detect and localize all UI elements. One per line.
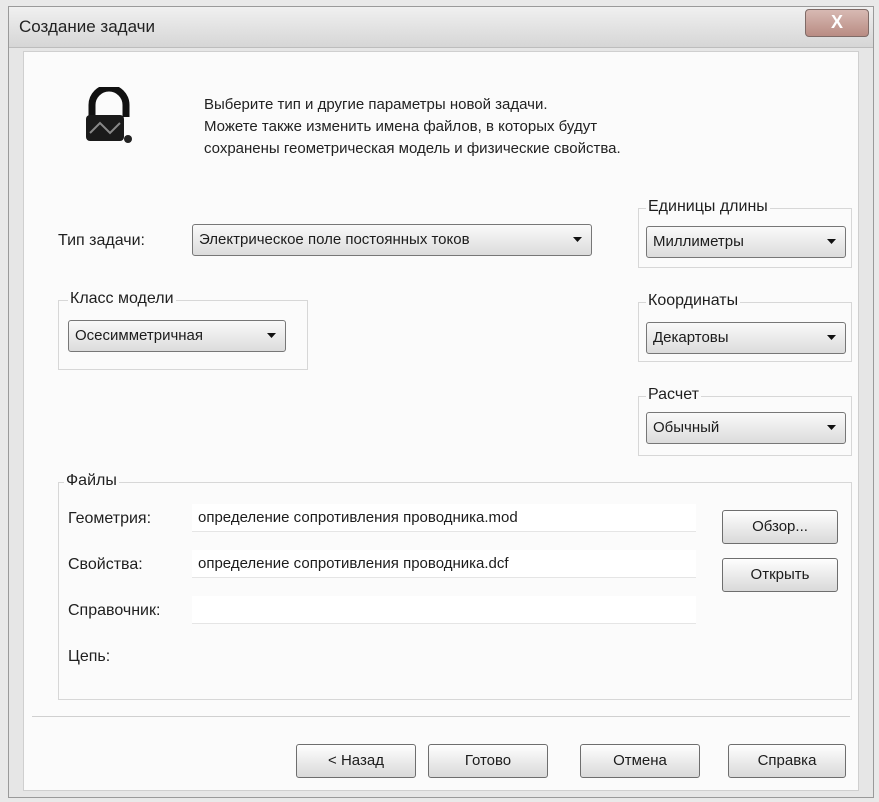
header-line: Можете также изменить имена файлов, в ко… [204,118,598,135]
reference-label: Справочник: [68,602,161,619]
task-type-label: Тип задачи: [58,232,145,249]
task-type-dropdown[interactable]: Электрическое поле постоянных токов [192,224,592,256]
close-button[interactable]: X [805,9,869,37]
header-line: сохранены геометрическая модель и физиче… [204,140,621,157]
padlock-icon [86,87,132,143]
finish-button[interactable]: Готово [428,744,548,778]
help-button[interactable]: Справка [728,744,846,778]
open-button[interactable]: Открыть [722,558,838,592]
model-class-label: Класс модели [68,290,176,308]
header-line: Выберите тип и другие параметры новой за… [204,96,548,113]
chevron-down-icon [573,237,582,242]
calculation-label: Расчет [646,386,701,404]
chevron-down-icon [827,425,836,430]
reference-file-field[interactable] [192,596,696,624]
create-task-dialog: Создание задачи X Выберите тип и другие … [8,6,874,798]
window-title: Создание задачи [19,17,155,36]
cancel-button[interactable]: Отмена [580,744,700,778]
dialog-body: Выберите тип и другие параметры новой за… [23,51,859,791]
geometry-label: Геометрия: [68,510,152,527]
properties-label: Свойства: [68,556,143,573]
browse-button[interactable]: Обзор... [722,510,838,544]
length-units-dropdown[interactable]: Миллиметры [646,226,846,258]
model-class-dropdown[interactable]: Осесимметричная [68,320,286,352]
files-label: Файлы [64,472,119,490]
header-description: Выберите тип и другие параметры новой за… [204,94,804,160]
back-button[interactable]: < Назад [296,744,416,778]
calculation-dropdown[interactable]: Обычный [646,412,846,444]
chevron-down-icon [827,335,836,340]
coordinates-value: Декартовы [653,329,729,346]
footer-separator [32,716,850,717]
coordinates-label: Координаты [646,292,741,310]
coordinates-dropdown[interactable]: Декартовы [646,322,846,354]
length-units-value: Миллиметры [653,233,744,250]
model-class-value: Осесимметричная [75,327,204,344]
geometry-file-field[interactable]: определение сопротивления проводника.mod [192,504,696,532]
chevron-down-icon [827,239,836,244]
task-type-value: Электрическое поле постоянных токов [199,231,470,248]
chevron-down-icon [267,333,276,338]
length-units-label: Единицы длины [646,198,770,216]
calculation-value: Обычный [653,419,720,436]
title-bar: Создание задачи X [9,7,873,48]
circuit-label: Цепь: [68,648,111,665]
properties-file-field[interactable]: определение сопротивления проводника.dcf [192,550,696,578]
